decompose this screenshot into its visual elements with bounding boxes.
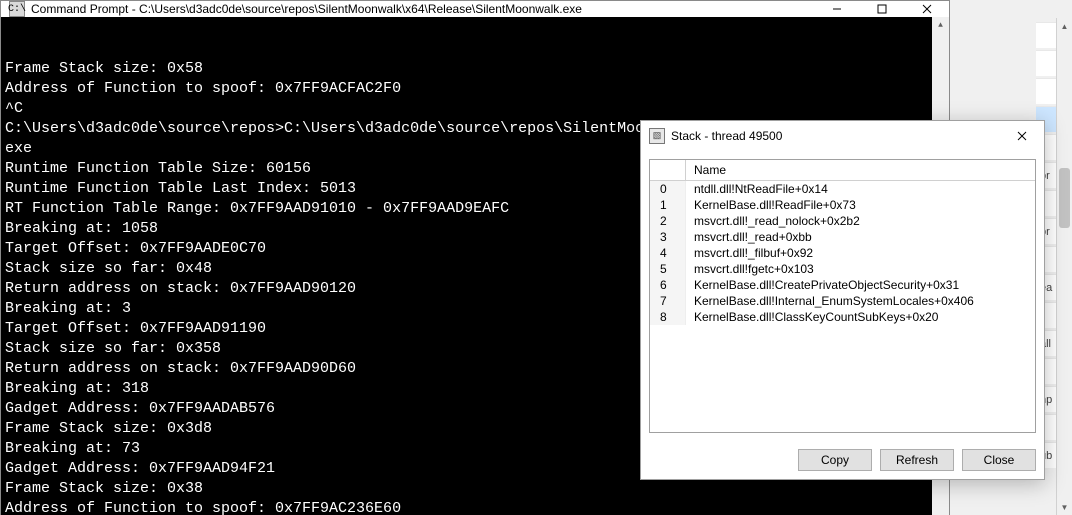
stack-header-name-col[interactable]: Name xyxy=(686,163,1035,177)
scroll-up-icon[interactable]: ▲ xyxy=(1057,18,1072,34)
stack-row-name: KernelBase.dll!Internal_EnumSystemLocale… xyxy=(686,293,1035,309)
cmd-line: Address of Function to spoof: 0x7FF9ACFA… xyxy=(5,79,945,99)
stack-row-index: 1 xyxy=(650,197,686,213)
stack-row-index: 4 xyxy=(650,245,686,261)
copy-button[interactable]: Copy xyxy=(798,449,872,471)
cmd-line: Frame Stack size: 0x58 xyxy=(5,59,945,79)
stack-row[interactable]: 1KernelBase.dll!ReadFile+0x73 xyxy=(650,197,1035,213)
stack-row-index: 0 xyxy=(650,181,686,197)
stack-row[interactable]: 6KernelBase.dll!CreatePrivateObjectSecur… xyxy=(650,277,1035,293)
stack-close-button[interactable] xyxy=(999,121,1044,151)
close-button-dialog[interactable]: Close xyxy=(962,449,1036,471)
maximize-button[interactable] xyxy=(859,1,904,17)
close-icon xyxy=(922,4,932,14)
stack-row-index: 2 xyxy=(650,213,686,229)
stack-row-name: msvcrt.dll!_read_nolock+0x2b2 xyxy=(686,213,1035,229)
stack-row[interactable]: 8KernelBase.dll!ClassKeyCountSubKeys+0x2… xyxy=(650,309,1035,325)
stack-row[interactable]: 7KernelBase.dll!Internal_EnumSystemLocal… xyxy=(650,293,1035,309)
cmd-line: Address of Function to spoof: 0x7FF9AC23… xyxy=(5,499,945,515)
stack-row-index: 6 xyxy=(650,277,686,293)
cmd-titlebar[interactable]: C:\ Command Prompt - C:\Users\d3adc0de\s… xyxy=(1,1,949,17)
stack-window: ▧ Stack - thread 49500 Name 0ntdll.dll!N… xyxy=(640,120,1045,480)
cmd-line: Frame Stack size: 0x38 xyxy=(5,479,945,499)
stack-button-bar: Copy Refresh Close xyxy=(641,441,1044,479)
stack-row[interactable]: 0ntdll.dll!NtReadFile+0x14 xyxy=(650,181,1035,197)
stack-row-name: msvcrt.dll!fgetc+0x103 xyxy=(686,261,1035,277)
stack-row[interactable]: 5msvcrt.dll!fgetc+0x103 xyxy=(650,261,1035,277)
stack-row-index: 7 xyxy=(650,293,686,309)
stack-row-name: msvcrt.dll!_filbuf+0x92 xyxy=(686,245,1035,261)
refresh-button[interactable]: Refresh xyxy=(880,449,954,471)
stack-title: Stack - thread 49500 xyxy=(671,129,999,143)
stack-list[interactable]: Name 0ntdll.dll!NtReadFile+0x141KernelBa… xyxy=(649,159,1036,433)
stack-row-name: msvcrt.dll!_read+0xbb xyxy=(686,229,1035,245)
stack-row-name: KernelBase.dll!ClassKeyCountSubKeys+0x20 xyxy=(686,309,1035,325)
cmd-icon: C:\ xyxy=(9,1,25,17)
stack-header-index-col[interactable] xyxy=(650,160,686,180)
stack-row[interactable]: 3msvcrt.dll!_read+0xbb xyxy=(650,229,1035,245)
stack-row-index: 8 xyxy=(650,309,686,325)
minimize-icon xyxy=(832,4,842,14)
stack-row-index: 5 xyxy=(650,261,686,277)
minimize-button[interactable] xyxy=(814,1,859,17)
stack-row[interactable]: 2msvcrt.dll!_read_nolock+0x2b2 xyxy=(650,213,1035,229)
stack-row-name: KernelBase.dll!ReadFile+0x73 xyxy=(686,197,1035,213)
scroll-down-icon[interactable]: ▼ xyxy=(1057,499,1072,515)
scroll-up-icon[interactable]: ▲ xyxy=(932,17,949,34)
stack-row-name: KernelBase.dll!CreatePrivateObjectSecuri… xyxy=(686,277,1035,293)
stack-row-index: 3 xyxy=(650,229,686,245)
background-scrollbar[interactable]: ▲ ▼ xyxy=(1056,18,1072,515)
stack-list-header[interactable]: Name xyxy=(650,160,1035,181)
cmd-title: Command Prompt - C:\Users\d3adc0de\sourc… xyxy=(31,2,814,16)
maximize-icon xyxy=(877,4,887,14)
close-icon xyxy=(1017,131,1027,141)
cmd-line: ^C xyxy=(5,99,945,119)
stack-titlebar[interactable]: ▧ Stack - thread 49500 xyxy=(641,121,1044,151)
stack-window-icon: ▧ xyxy=(649,128,665,144)
scroll-thumb[interactable] xyxy=(1059,168,1070,228)
stack-row[interactable]: 4msvcrt.dll!_filbuf+0x92 xyxy=(650,245,1035,261)
stack-row-name: ntdll.dll!NtReadFile+0x14 xyxy=(686,181,1035,197)
